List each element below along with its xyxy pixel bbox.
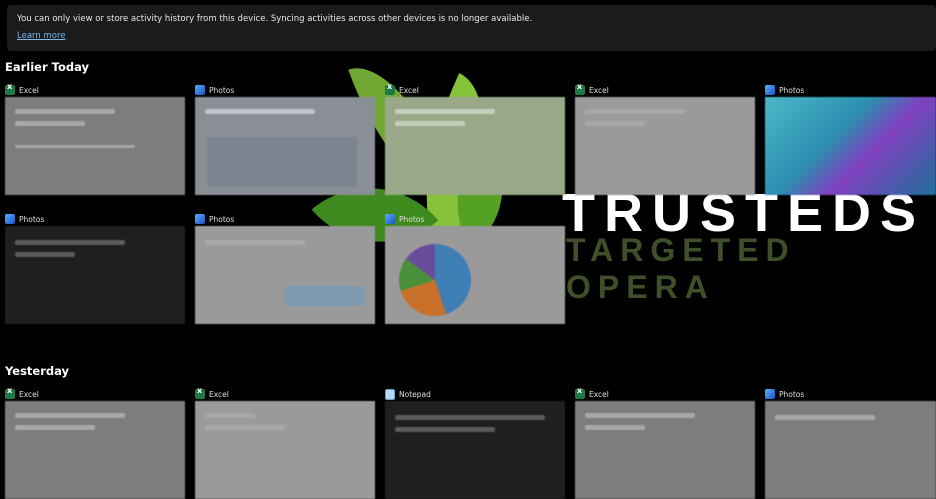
card-header: Photos <box>765 387 936 401</box>
activity-card[interactable]: Photos <box>195 83 375 195</box>
excel-icon <box>195 386 205 399</box>
photos-icon <box>195 85 205 95</box>
banner-message: You can only view or store activity hist… <box>17 14 533 24</box>
card-app-name: Photos <box>779 85 805 95</box>
activity-card[interactable]: Photos <box>765 83 936 195</box>
card-header: Excel <box>575 386 755 401</box>
card-thumbnail <box>575 97 755 195</box>
photos-icon <box>5 214 15 224</box>
card-app-name: Excel <box>19 85 39 95</box>
card-thumbnail <box>765 97 936 195</box>
card-thumbnail <box>195 226 375 324</box>
card-app-name: Photos <box>779 389 805 399</box>
pie-chart-thumbnail <box>399 244 471 316</box>
card-header: Notepad <box>385 387 565 401</box>
photos-icon <box>385 214 395 224</box>
card-header: Excel <box>195 386 375 401</box>
activity-card[interactable]: Excel <box>575 386 755 499</box>
activity-card[interactable]: Excel <box>5 82 185 195</box>
card-app-name: Photos <box>209 214 235 224</box>
activity-card[interactable]: Photos <box>195 212 375 324</box>
activity-card[interactable]: Photos <box>765 387 936 499</box>
card-thumbnail <box>385 401 565 499</box>
card-app-name: Excel <box>589 85 609 95</box>
card-header: Photos <box>385 212 565 226</box>
activity-card[interactable]: Excel <box>5 386 185 499</box>
card-header: Excel <box>5 386 185 401</box>
photos-icon <box>765 85 775 95</box>
activity-card[interactable]: Excel <box>575 82 755 195</box>
card-thumbnail <box>385 97 565 195</box>
card-app-name: Photos <box>399 214 425 224</box>
card-header: Excel <box>5 82 185 97</box>
card-thumbnail <box>765 401 936 499</box>
card-header: Excel <box>385 82 565 97</box>
card-header: Photos <box>765 83 936 97</box>
activity-card[interactable]: Excel <box>195 386 375 499</box>
notepad-icon <box>385 388 395 400</box>
section-title-earlier-today: Earlier Today <box>5 60 89 74</box>
excel-icon <box>575 82 585 95</box>
card-thumbnail <box>385 226 565 324</box>
card-app-name: Excel <box>589 389 609 399</box>
photos-icon <box>765 389 775 399</box>
section-title-yesterday: Yesterday <box>5 364 70 378</box>
activity-card[interactable]: Photos <box>5 212 185 324</box>
card-thumbnail <box>5 226 185 324</box>
card-app-name: Notepad <box>399 389 431 399</box>
activity-card[interactable]: Photos <box>385 212 565 324</box>
card-app-name: Photos <box>19 214 45 224</box>
learn-more-link[interactable]: Learn more <box>17 31 65 41</box>
card-app-name: Excel <box>209 389 229 399</box>
card-header: Photos <box>195 212 375 226</box>
excel-icon <box>385 82 395 95</box>
card-app-name: Photos <box>209 85 235 95</box>
activity-card[interactable]: Excel <box>385 82 565 195</box>
card-thumbnail <box>195 401 375 499</box>
card-thumbnail <box>5 401 185 499</box>
activity-card[interactable]: Notepad <box>385 387 565 499</box>
card-thumbnail <box>5 97 185 195</box>
card-app-name: Excel <box>399 85 419 95</box>
photos-icon <box>195 214 205 224</box>
card-header: Photos <box>5 212 185 226</box>
info-banner: You can only view or store activity hist… <box>7 5 936 51</box>
card-thumbnail <box>575 401 755 499</box>
excel-icon <box>5 82 15 95</box>
card-app-name: Excel <box>19 389 39 399</box>
card-header: Photos <box>195 83 375 97</box>
card-header: Excel <box>575 82 755 97</box>
excel-icon <box>575 386 585 399</box>
wallpaper-brand-line2: TARGETED OPERA <box>566 232 796 305</box>
excel-icon <box>5 386 15 399</box>
card-thumbnail <box>195 97 375 195</box>
